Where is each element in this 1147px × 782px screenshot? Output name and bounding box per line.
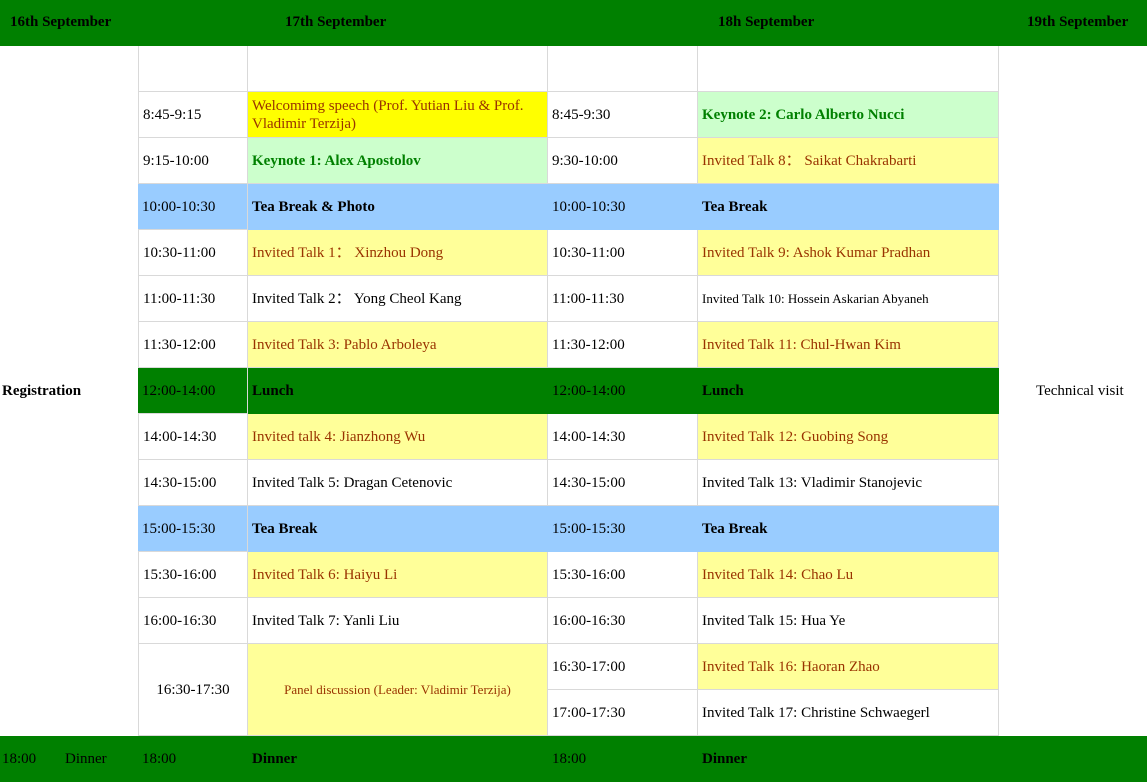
day3-event-cell: Tea Break xyxy=(698,506,999,552)
day3-time-cell: 12:00-14:00 xyxy=(548,368,698,414)
day2-event-cell: Invited Talk 5: Dragan Cetenovic xyxy=(248,460,548,506)
day3-event-cell: Lunch xyxy=(698,368,999,414)
day2-event-cell: Tea Break & Photo xyxy=(248,184,548,230)
day3-time-cell: 14:30-15:00 xyxy=(548,460,698,506)
day3-event-cell: Invited Talk 14: Chao Lu xyxy=(698,552,999,598)
header-day4: 19th September xyxy=(1027,14,1129,30)
day3-event-cell: Tea Break xyxy=(698,184,999,230)
day3-time-cell: 14:00-14:30 xyxy=(548,414,698,460)
day2-time-cell: 12:00-14:00 xyxy=(138,368,248,414)
day1-dinner-label: Dinner xyxy=(65,751,107,767)
day2-time-cell: 11:30-12:00 xyxy=(138,322,248,368)
empty-cell xyxy=(548,46,698,92)
day2-event-cell: Invited Talk 1： Xinzhou Dong xyxy=(248,230,548,276)
day3-time-cell: 11:00-11:30 xyxy=(548,276,698,322)
day2-time-cell: 10:30-11:00 xyxy=(138,230,248,276)
day2-time-cell: 14:00-14:30 xyxy=(138,414,248,460)
day2-event-cell: Invited Talk 3: Pablo Arboleya xyxy=(248,322,548,368)
day3-time-cell: 9:30-10:00 xyxy=(548,138,698,184)
day3-time-cell: 15:00-15:30 xyxy=(548,506,698,552)
day3-time-cell: 8:45-9:30 xyxy=(548,92,698,138)
day3-event-cell: Invited Talk 8： Saikat Chakrabarti xyxy=(698,138,999,184)
day3-event-cell: Invited Talk 13: Vladimir Stanojevic xyxy=(698,460,999,506)
day3-time-cell: 17:00-17:30 xyxy=(548,690,698,736)
day3-time-cell: 11:30-12:00 xyxy=(548,322,698,368)
day3-time-cell: 10:00-10:30 xyxy=(548,184,698,230)
day2-time-cell: 11:00-11:30 xyxy=(138,276,248,322)
day2-event-cell: Invited talk 4: Jianzhong Wu xyxy=(248,414,548,460)
day3-event-cell: Invited Talk 12: Guobing Song xyxy=(698,414,999,460)
header-day2: 17th September xyxy=(285,14,387,30)
header-bar: 16th September 17th September 18h Septem… xyxy=(0,0,1147,46)
day3-keynote-cell: Keynote 2: Carlo Alberto Nucci xyxy=(698,92,999,138)
day3-time-cell: 16:30-17:00 xyxy=(548,644,698,690)
day3-time-cell: 18:00 xyxy=(548,736,698,782)
day2-time-cell: 14:30-15:00 xyxy=(138,460,248,506)
day2-time-cell: 10:00-10:30 xyxy=(138,184,248,230)
day2-time-cell: 9:15-10:00 xyxy=(138,138,248,184)
day2-event-cell: Invited Talk 2： Yong Cheol Kang xyxy=(248,276,548,322)
day3-time-cell: 16:00-16:30 xyxy=(548,598,698,644)
header-day1: 16th September xyxy=(10,14,112,30)
day2-event-cell: Dinner xyxy=(248,736,548,782)
day3-event-cell: Invited Talk 15: Hua Ye xyxy=(698,598,999,644)
day3-event-cell: Invited Talk 10: Hossein Askarian Abyane… xyxy=(698,276,999,322)
day2-time-cell: 16:00-16:30 xyxy=(138,598,248,644)
day1-dinner-time: 18:00 xyxy=(2,751,37,767)
day2-time-cell: 15:00-15:30 xyxy=(138,506,248,552)
day2-panel-cell: Panel discussion (Leader: Vladimir Terzi… xyxy=(248,644,548,736)
day3-event-cell: Invited Talk 9: Ashok Kumar Pradhan xyxy=(698,230,999,276)
day3-time-cell: 15:30-16:00 xyxy=(548,552,698,598)
header-day3: 18h September xyxy=(718,14,815,30)
day2-time-cell: 8:45-9:15 xyxy=(138,92,248,138)
technical-visit-label: Technical visit xyxy=(1036,383,1124,399)
day2-event-cell: Tea Break xyxy=(248,506,548,552)
day2-event-cell: Invited Talk 7: Yanli Liu xyxy=(248,598,548,644)
day3-event-cell: Invited Talk 16: Haoran Zhao xyxy=(698,644,999,690)
day2-time-cell: 15:30-16:00 xyxy=(138,552,248,598)
registration-label: Registration xyxy=(2,383,82,399)
day2-event-cell: Lunch xyxy=(248,368,548,414)
day2-event-cell: Invited Talk 6: Haiyu Li xyxy=(248,552,548,598)
day2-keynote-cell: Keynote 1: Alex Apostolov xyxy=(248,138,548,184)
empty-cell xyxy=(138,46,248,92)
day2-event-cell: Welcomimg speech (Prof. Yutian Liu & Pro… xyxy=(248,92,548,138)
day3-event-cell: Invited Talk 11: Chul-Hwan Kim xyxy=(698,322,999,368)
empty-cell xyxy=(248,46,548,92)
day3-event-cell: Dinner xyxy=(698,736,999,782)
day3-time-cell: 10:30-11:00 xyxy=(548,230,698,276)
day2-time-cell: 18:00 xyxy=(138,736,248,782)
empty-cell xyxy=(698,46,999,92)
day3-event-cell: Invited Talk 17: Christine Schwaegerl xyxy=(698,690,999,736)
day2-time-cell: 16:30-17:30 xyxy=(138,644,248,736)
